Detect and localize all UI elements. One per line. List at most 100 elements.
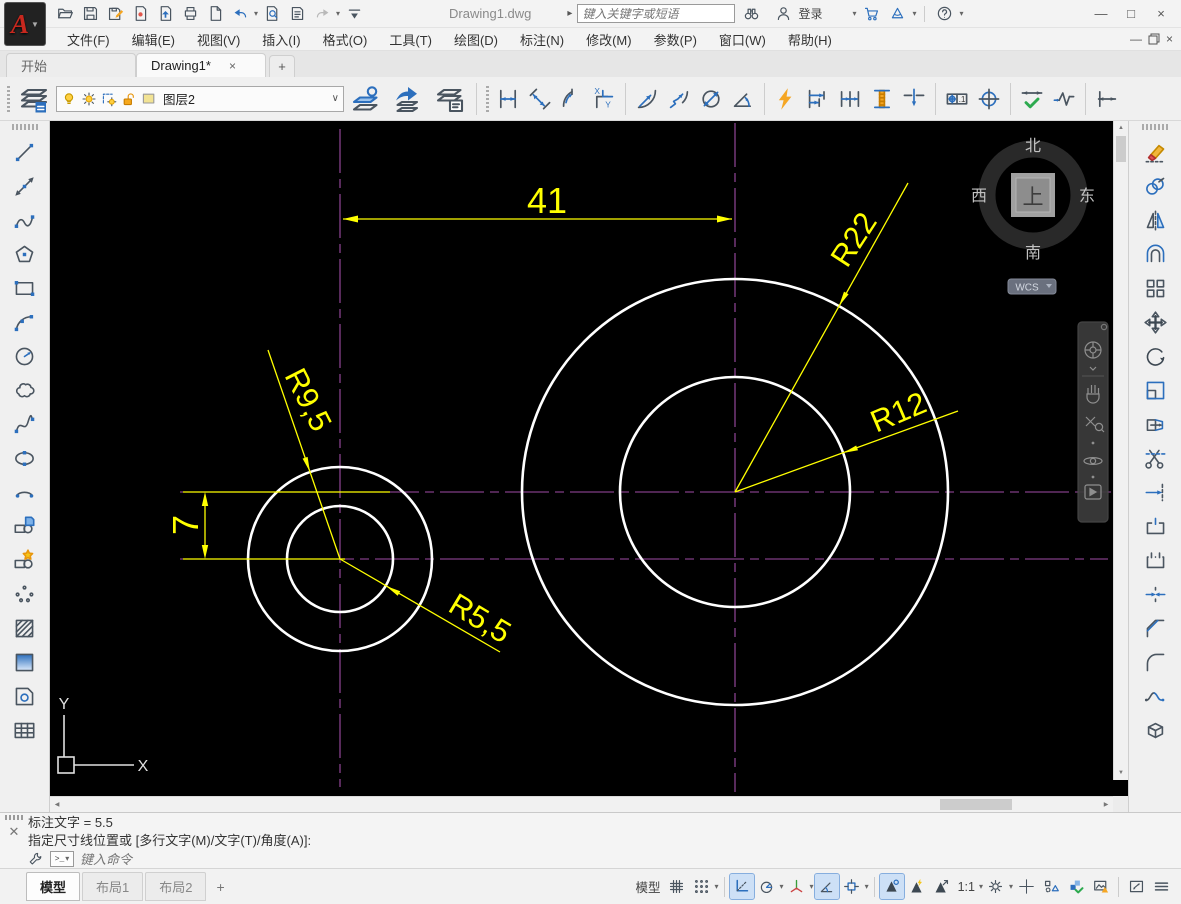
- annotation-scale-icon[interactable]: [930, 874, 954, 899]
- menu-insert[interactable]: 插入(I): [251, 28, 311, 51]
- menu-parametric[interactable]: 参数(P): [643, 28, 708, 51]
- isodraft-icon[interactable]: [785, 874, 809, 899]
- draw-spline-button[interactable]: [8, 407, 42, 441]
- viewcube[interactable]: 上 北 南 西 东: [971, 137, 1095, 262]
- make-block-button[interactable]: [8, 543, 42, 577]
- crosshair-icon[interactable]: [1014, 874, 1038, 899]
- workspace-caret-icon[interactable]: ▾: [1009, 883, 1013, 891]
- scroll-right-icon[interactable]: ▶: [1099, 797, 1113, 812]
- scroll-left-icon[interactable]: ◀: [50, 797, 64, 812]
- gradient-button[interactable]: [8, 645, 42, 679]
- stretch-button[interactable]: [1138, 407, 1172, 441]
- dim-radius-button[interactable]: [632, 82, 662, 116]
- doc-minimize-button[interactable]: —: [1130, 32, 1142, 46]
- menu-modify[interactable]: 修改(M): [575, 28, 643, 51]
- tab-layout2[interactable]: 布局2: [145, 872, 206, 901]
- doc-restore-button[interactable]: [1148, 33, 1160, 45]
- tab-layout1[interactable]: 布局1: [82, 872, 143, 901]
- redo-caret-icon[interactable]: ▾: [336, 10, 340, 18]
- search-input[interactable]: [577, 4, 735, 23]
- draw-circle-button[interactable]: [8, 339, 42, 373]
- menu-file[interactable]: 文件(F): [56, 28, 121, 51]
- draw-polyline-button[interactable]: [8, 203, 42, 237]
- fillet-button[interactable]: [1138, 645, 1172, 679]
- region-button[interactable]: [8, 679, 42, 713]
- scale-button[interactable]: [1138, 373, 1172, 407]
- menu-edit[interactable]: 编辑(E): [121, 28, 186, 51]
- layer-states-button[interactable]: [430, 80, 470, 118]
- sheet-set-icon[interactable]: [286, 3, 308, 25]
- open-icon[interactable]: [54, 3, 76, 25]
- cloud-a360-icon[interactable]: [886, 3, 908, 25]
- draw-point-button[interactable]: [8, 577, 42, 611]
- tab-start[interactable]: 开始: [6, 53, 136, 77]
- menu-draw[interactable]: 绘图(D): [443, 28, 509, 51]
- help-caret-icon[interactable]: ▾: [959, 10, 963, 18]
- login-label[interactable]: 登录: [798, 5, 822, 22]
- isodraft-caret-icon[interactable]: ▾: [810, 883, 814, 891]
- menu-dimension[interactable]: 标注(N): [509, 28, 575, 51]
- layer-match-button[interactable]: [346, 80, 386, 118]
- draw-ellipse-arc-button[interactable]: [8, 475, 42, 509]
- array-button[interactable]: [1138, 271, 1172, 305]
- dim-arc-length-button[interactable]: [557, 82, 587, 116]
- polar-caret-icon[interactable]: ▾: [780, 883, 784, 891]
- dim-jog-line-button[interactable]: [1049, 82, 1079, 116]
- preview-icon[interactable]: [261, 3, 283, 25]
- navigation-bar[interactable]: [1078, 322, 1108, 522]
- annotation-visibility-icon[interactable]: [880, 874, 904, 899]
- rotate-button[interactable]: [1138, 339, 1172, 373]
- scroll-up-icon[interactable]: ▲: [1114, 121, 1128, 135]
- viewcube-south-label[interactable]: 南: [1025, 244, 1041, 262]
- undo-caret-icon[interactable]: ▾: [254, 10, 258, 18]
- command-close-icon[interactable]: ✕: [9, 824, 20, 840]
- offset-button[interactable]: [1138, 237, 1172, 271]
- dim-angular-button[interactable]: [728, 82, 758, 116]
- layer-on-icon[interactable]: [61, 91, 77, 107]
- dim-linear-button[interactable]: [493, 82, 523, 116]
- object-snap-tracking-icon[interactable]: [815, 874, 839, 899]
- viewcube-north-label[interactable]: 北: [1025, 137, 1041, 155]
- copy-button[interactable]: [1138, 169, 1172, 203]
- viewcube-west-label[interactable]: 西: [971, 188, 987, 205]
- dim-baseline-button[interactable]: [803, 82, 833, 116]
- maximize-button[interactable]: □: [1117, 4, 1145, 24]
- draw-arc-button[interactable]: [8, 305, 42, 339]
- menu-window[interactable]: 窗口(W): [708, 28, 777, 51]
- viewport-freeze-icon[interactable]: [101, 91, 117, 107]
- toolbar-grip[interactable]: [4, 82, 12, 116]
- draw-ellipse-button[interactable]: [8, 441, 42, 475]
- toolbar-overflow-icon[interactable]: [343, 3, 365, 25]
- polar-tracking-icon[interactable]: [755, 874, 779, 899]
- undo-icon[interactable]: [229, 3, 251, 25]
- move-button[interactable]: [1138, 305, 1172, 339]
- layer-dropdown-caret-icon[interactable]: ∨: [332, 93, 339, 104]
- dim-diameter-button[interactable]: [696, 82, 726, 116]
- annotation-autoscale-icon[interactable]: [905, 874, 929, 899]
- scroll-down-icon[interactable]: ▼: [1114, 766, 1128, 780]
- tab-close-icon[interactable]: ×: [229, 59, 236, 73]
- annotation-scale-value[interactable]: 1:1: [955, 880, 978, 894]
- minimize-button[interactable]: —: [1087, 4, 1115, 24]
- menu-tools[interactable]: 工具(T): [378, 28, 443, 51]
- dim-ordinate-button[interactable]: YX: [589, 82, 619, 116]
- dim-break-button[interactable]: [899, 82, 929, 116]
- snap-caret-icon[interactable]: ▾: [715, 883, 719, 891]
- drawing-area[interactable]: 41 7 R9,5 R5,5 R22 R12 Y X: [50, 121, 1128, 812]
- extend-button[interactable]: [1138, 475, 1172, 509]
- explode-button[interactable]: [1138, 713, 1172, 747]
- doc-close-button[interactable]: ×: [1166, 32, 1173, 46]
- grid-toggle-icon[interactable]: [665, 874, 689, 899]
- horizontal-scroll-thumb[interactable]: [940, 799, 1012, 810]
- dim-jogged-button[interactable]: [664, 82, 694, 116]
- layer-previous-button[interactable]: [388, 80, 428, 118]
- command-prompt-icon[interactable]: >_▾: [50, 851, 74, 867]
- cloud-caret-icon[interactable]: ▾: [912, 10, 916, 18]
- layer-unlock-icon[interactable]: [121, 91, 137, 107]
- user-icon[interactable]: [772, 3, 794, 25]
- toolbar-grip[interactable]: [483, 82, 491, 116]
- wcs-dropdown[interactable]: WCS: [1008, 279, 1056, 294]
- toolbar-grip[interactable]: [12, 124, 38, 130]
- menu-format[interactable]: 格式(O): [312, 28, 379, 51]
- hardware-acceleration-icon[interactable]: [1089, 874, 1113, 899]
